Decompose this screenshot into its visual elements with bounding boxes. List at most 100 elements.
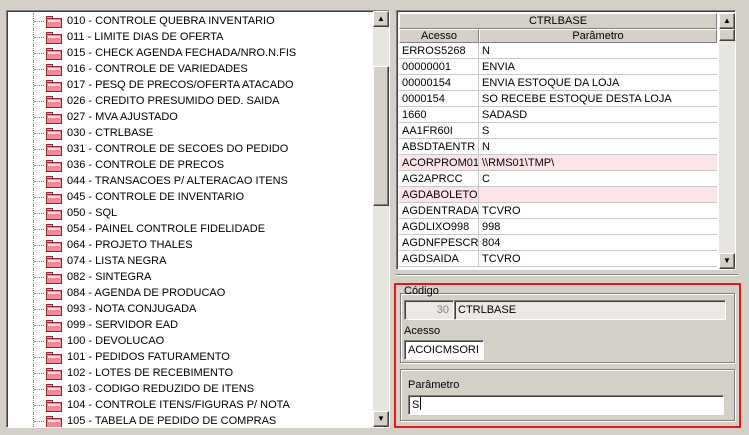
cell-parametro[interactable]: N <box>479 139 717 155</box>
table-row[interactable]: AGDENTRADA TCVRO <box>399 203 717 219</box>
cell-acesso[interactable]: 0000154 <box>399 91 479 107</box>
tree-item[interactable]: 010 - CONTROLE QUEBRA INVENTARIO <box>7 13 375 29</box>
cell-acesso[interactable]: 00000154 <box>399 75 479 91</box>
table-row[interactable]: AA1FR60I S <box>399 123 717 139</box>
tree-item[interactable]: 015 - CHECK AGENDA FECHADA/NRO.N.FIS <box>7 45 375 61</box>
tree-item[interactable]: 099 - SERVIDOR EAD <box>7 317 375 333</box>
cell-acesso[interactable]: AGDENTRADA <box>399 203 479 219</box>
tree-item[interactable]: 026 - CREDITO PRESUMIDO DED. SAIDA <box>7 93 375 109</box>
table-row[interactable]: 00000154 ENVIA ESTOQUE DA LOJA <box>399 75 717 91</box>
tree-item[interactable]: 102 - LOTES DE RECEBIMENTO <box>7 365 375 381</box>
parametro-input[interactable]: S <box>408 395 724 415</box>
folder-icon <box>46 192 63 204</box>
scroll-up-icon[interactable]: ▲ <box>719 13 735 29</box>
tree-item[interactable]: 017 - PESQ DE PRECOS/OFERTA ATACADO <box>7 77 375 93</box>
cell-parametro[interactable]: ENVIA ESTOQUE DA LOJA <box>479 75 717 91</box>
table-row[interactable]: AG2APRCC C <box>399 171 717 187</box>
parameter-grid[interactable]: CTRLBASE Acesso Parâmetro ERROS5268 N 0000… <box>396 10 736 270</box>
cell-acesso[interactable]: AGDSAIDA <box>399 251 479 267</box>
cell-parametro[interactable] <box>479 187 717 203</box>
cell-parametro[interactable]: C <box>479 171 717 187</box>
table-row[interactable]: ABSDTAENTR N <box>399 139 717 155</box>
table-row[interactable]: AGDABOLETO <box>399 187 717 203</box>
cell-acesso[interactable]: ABSDTAENTR <box>399 139 479 155</box>
codigo-number-field: 30 <box>404 300 454 320</box>
tree-connector <box>34 37 44 38</box>
tree-connector <box>34 133 44 134</box>
tree-scrollbar[interactable]: ▲ ▼ <box>373 11 389 427</box>
tree-item[interactable]: 084 - AGENDA DE PRODUCAO <box>7 285 375 301</box>
cell-acesso[interactable]: AGDLIXO998 <box>399 219 479 235</box>
acesso-input[interactable]: ACOICMSORI <box>404 340 484 360</box>
tree-item[interactable]: 105 - TABELA DE PEDIDO DE COMPRAS <box>7 413 375 427</box>
table-row[interactable]: AGDSAIDA TCVRO <box>399 251 717 267</box>
cell-acesso[interactable]: AG2APRCC <box>399 171 479 187</box>
tree-item-label: 036 - CONTROLE DE PRECOS <box>67 159 225 171</box>
tree-item-label: 074 - LISTA NEGRA <box>67 255 167 267</box>
tree-item[interactable]: 093 - NOTA CONJUGADA <box>7 301 375 317</box>
tree-item[interactable]: 045 - CONTROLE DE INVENTARIO <box>7 189 375 205</box>
tree-item[interactable]: 031 - CONTROLE DE SECOES DO PEDIDO <box>7 141 375 157</box>
tree-item[interactable]: 103 - CODIGO REDUZIDO DE ITENS <box>7 381 375 397</box>
folder-icon <box>46 288 63 300</box>
tree-item[interactable]: 044 - TRANSACOES P/ ALTERACAO ITENS <box>7 173 375 189</box>
tree-item[interactable]: 030 - CTRLBASE <box>7 125 375 141</box>
tree-item[interactable]: 100 - DEVOLUCAO <box>7 333 375 349</box>
cell-parametro[interactable]: SADASD <box>479 107 717 123</box>
table-row[interactable]: 0000154 SO RECEBE ESTOQUE DESTA LOJA <box>399 91 717 107</box>
tree-item-label: 015 - CHECK AGENDA FECHADA/NRO.N.FIS <box>67 47 297 59</box>
grid-header: Acesso Parâmetro <box>399 29 717 43</box>
table-row[interactable]: ERROS5268 N <box>399 43 717 59</box>
table-row[interactable]: 00000001 ENVIA <box>399 59 717 75</box>
tree-item[interactable]: 011 - LIMITE DIAS DE OFERTA <box>7 29 375 45</box>
tree-list: 010 - CONTROLE QUEBRA INVENTARIO 011 - LI… <box>7 13 375 427</box>
scroll-down-icon[interactable]: ▼ <box>719 253 735 269</box>
tree-item-label: 054 - PAINEL CONTROLE FIDELIDADE <box>67 223 266 235</box>
grid-rows: ERROS5268 N 00000001 ENVIA 00000154 ENVIA EST… <box>399 43 717 267</box>
cell-acesso[interactable]: AA1FR60I <box>399 123 479 139</box>
table-row[interactable]: AGDNFPESCR 804 <box>399 235 717 251</box>
cell-parametro[interactable]: ENVIA <box>479 59 717 75</box>
tree-item[interactable]: 101 - PEDIDOS FATURAMENTO <box>7 349 375 365</box>
tree-item[interactable]: 050 - SQL <box>7 205 375 221</box>
codigo-name-field: CTRLBASE <box>454 300 726 320</box>
cell-acesso[interactable]: AGDABOLETO <box>399 187 479 203</box>
tree-view[interactable]: 010 - CONTROLE QUEBRA INVENTARIO 011 - LI… <box>6 10 390 428</box>
scroll-thumb[interactable] <box>373 66 389 206</box>
tree-item[interactable]: 064 - PROJETO THALES <box>7 237 375 253</box>
column-header-parametro[interactable]: Parâmetro <box>479 29 717 43</box>
tree-item[interactable]: 036 - CONTROLE DE PRECOS <box>7 157 375 173</box>
tree-connector <box>34 357 44 358</box>
grid-scrollbar[interactable]: ▲ ▼ <box>719 13 735 269</box>
table-row[interactable]: 1660 SADASD <box>399 107 717 123</box>
cell-parametro[interactable]: SO RECEBE ESTOQUE DESTA LOJA <box>479 91 717 107</box>
tree-connector <box>34 101 44 102</box>
table-row[interactable]: ACORPROM01 \\RMS01\TMP\ <box>399 155 717 171</box>
tree-item-label: 082 - SINTEGRA <box>67 271 152 283</box>
cell-parametro[interactable]: 998 <box>479 219 717 235</box>
cell-parametro[interactable]: S <box>479 123 717 139</box>
tree-item-label: 045 - CONTROLE DE INVENTARIO <box>67 191 245 203</box>
cell-acesso[interactable]: 00000001 <box>399 59 479 75</box>
tree-item[interactable]: 027 - MVA AJUSTADO <box>7 109 375 125</box>
cell-acesso[interactable]: ERROS5268 <box>399 43 479 59</box>
cell-acesso[interactable]: ACORPROM01 <box>399 155 479 171</box>
scroll-thumb[interactable] <box>719 29 735 41</box>
cell-parametro[interactable]: \\RMS01\TMP\ <box>479 155 717 171</box>
tree-item[interactable]: 054 - PAINEL CONTROLE FIDELIDADE <box>7 221 375 237</box>
tree-item-label: 011 - LIMITE DIAS DE OFERTA <box>67 31 224 43</box>
scroll-up-icon[interactable]: ▲ <box>373 11 389 27</box>
table-row[interactable]: AGDLIXO998 998 <box>399 219 717 235</box>
tree-item[interactable]: 074 - LISTA NEGRA <box>7 253 375 269</box>
tree-item[interactable]: 104 - CONTROLE ITENS/FIGURAS P/ NOTA <box>7 397 375 413</box>
column-header-acesso[interactable]: Acesso <box>399 29 479 43</box>
tree-item[interactable]: 082 - SINTEGRA <box>7 269 375 285</box>
cell-parametro[interactable]: TCVRO <box>479 251 717 267</box>
cell-parametro[interactable]: N <box>479 43 717 59</box>
cell-parametro[interactable]: 804 <box>479 235 717 251</box>
tree-item[interactable]: 016 - CONTROLE DE VARIEDADES <box>7 61 375 77</box>
cell-acesso[interactable]: AGDNFPESCR <box>399 235 479 251</box>
cell-acesso[interactable]: 1660 <box>399 107 479 123</box>
scroll-down-icon[interactable]: ▼ <box>373 411 389 427</box>
cell-parametro[interactable]: TCVRO <box>479 203 717 219</box>
